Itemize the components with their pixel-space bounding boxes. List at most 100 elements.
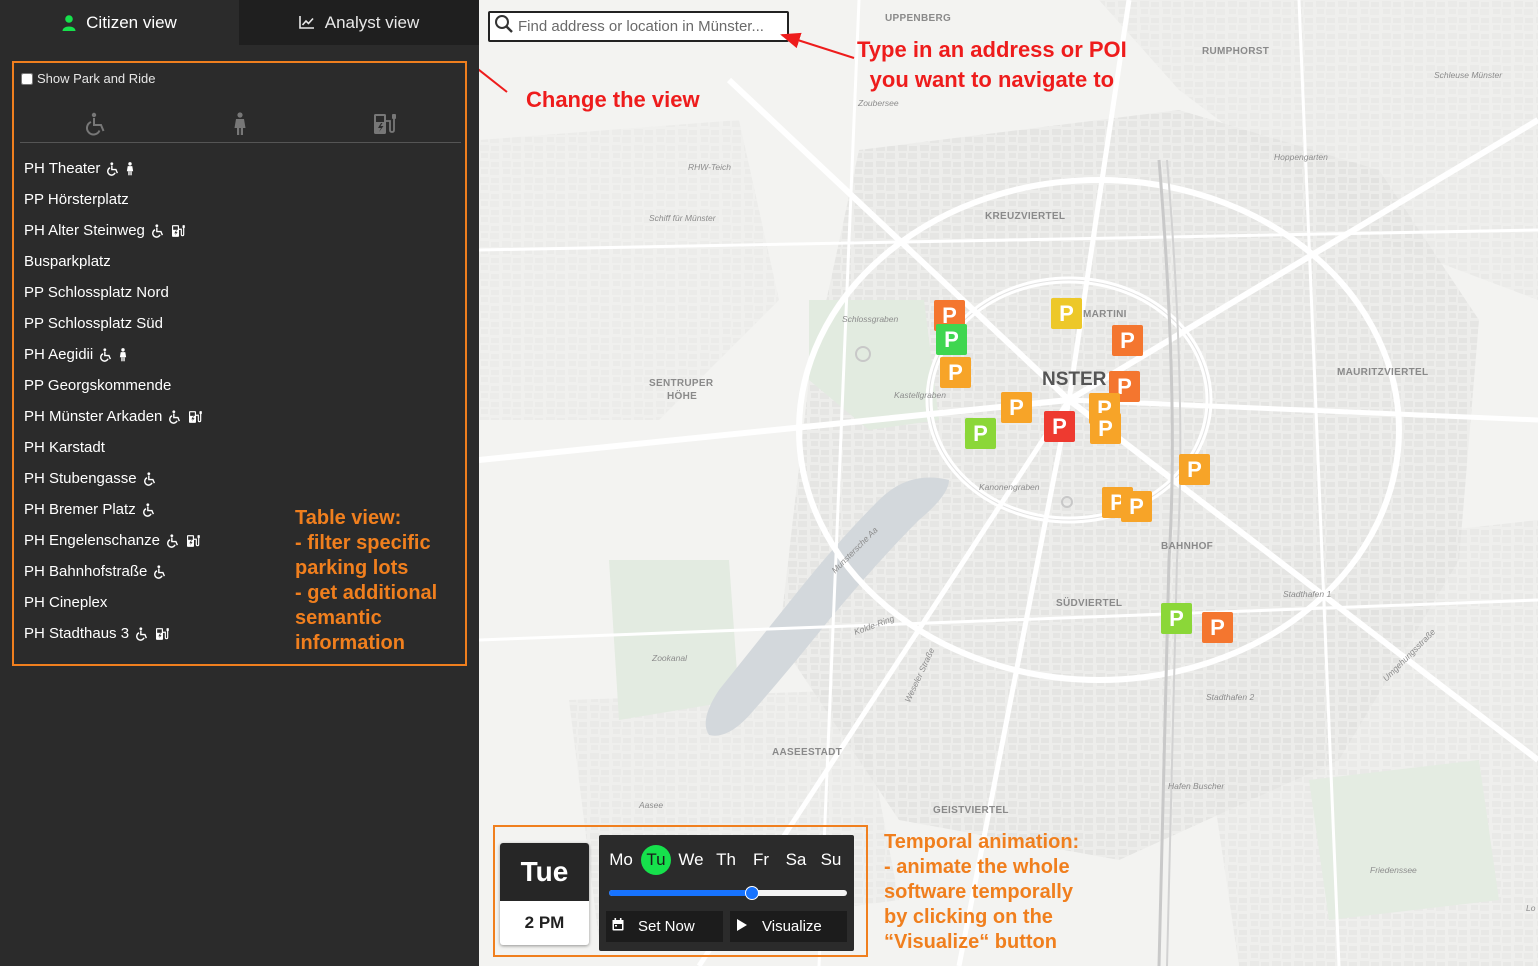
- parking-lot-name: PH Theater: [24, 160, 101, 177]
- parking-marker[interactable]: P: [940, 357, 971, 388]
- person-icon: [62, 14, 76, 31]
- calendar-icon: [612, 918, 624, 935]
- street-label: Schiff für Münster: [649, 213, 716, 223]
- street-label: Hoppengarten: [1274, 152, 1328, 162]
- weekday-mo[interactable]: Mo: [606, 845, 636, 875]
- current-hour: 2 PM: [524, 913, 565, 932]
- ev-charging-filter-icon[interactable]: [372, 110, 400, 138]
- hour-slider-handle[interactable]: [744, 886, 759, 900]
- parking-lot-row[interactable]: PH Theater: [24, 153, 204, 184]
- street-label: Schleuse Münster: [1434, 70, 1503, 80]
- parking-lot-row[interactable]: PH Bahnhofstraße: [24, 556, 204, 587]
- parking-marker[interactable]: P: [1090, 413, 1121, 444]
- street-label: Stadthafen 2: [1206, 692, 1255, 702]
- current-day: Tue: [500, 843, 589, 901]
- weekday-th[interactable]: Th: [711, 845, 741, 875]
- parking-lot-name: PP Schlossplatz Nord: [24, 284, 169, 301]
- street-label: Zookanal: [652, 653, 687, 663]
- tab-citizen-view[interactable]: Citizen view: [0, 0, 239, 45]
- parking-lot-row[interactable]: Busparkplatz: [24, 246, 204, 277]
- current-time-card: Tue 2 PM: [500, 843, 589, 945]
- parking-marker[interactable]: P: [1112, 325, 1143, 356]
- weekday-tu[interactable]: Tu: [641, 845, 671, 875]
- parking-lot-row[interactable]: PH Stubengasse: [24, 463, 204, 494]
- wheelchair-filter-icon[interactable]: [82, 110, 110, 138]
- parking-lot-row[interactable]: PH Engelenschanze: [24, 525, 204, 556]
- parking-lot-row[interactable]: PH Stadthaus 3: [24, 618, 204, 649]
- address-search-input[interactable]: [518, 18, 787, 35]
- parking-lot-list: PH Theater PP Hörsterplatz PH Alter Steinw…: [24, 153, 204, 649]
- set-now-label: Set Now: [638, 918, 695, 935]
- map-area[interactable]: UPPENBERG RUMPHORST KREUZVIERTEL MARTINI…: [479, 0, 1538, 966]
- hour-slider[interactable]: [609, 886, 847, 900]
- weekday-we[interactable]: We: [676, 845, 706, 875]
- parking-marker[interactable]: P: [1051, 298, 1082, 329]
- street-label: Schlossgraben: [842, 314, 899, 324]
- district-label: MAURITZVIERTEL: [1337, 367, 1429, 378]
- parking-marker[interactable]: P: [1044, 411, 1075, 442]
- parking-lot-row[interactable]: PH Bremer Platz: [24, 494, 204, 525]
- ev-charging-icon: [155, 627, 171, 641]
- parking-lot-row[interactable]: PP Schlossplatz Süd: [24, 308, 204, 339]
- park-and-ride-label: Show Park and Ride: [37, 71, 156, 86]
- wheelchair-icon: [142, 502, 156, 517]
- parking-lot-row[interactable]: PH Aegidii: [24, 339, 204, 370]
- parking-table-panel: Show Park and Ride PH Theater PP Hörsterp…: [12, 61, 467, 666]
- annotation-line: - filter specific: [295, 532, 431, 554]
- annotation-line: - get additional: [295, 582, 438, 604]
- wheelchair-icon: [168, 409, 182, 424]
- district-label: UPPENBERG: [885, 13, 952, 24]
- woman-filter-icon[interactable]: [226, 110, 254, 138]
- visualize-button[interactable]: Visualize: [730, 911, 847, 942]
- table-view-annotation: Table view: - filter specific parking lots…: [295, 506, 437, 656]
- ev-charging-icon: [171, 224, 187, 238]
- ev-charging-icon: [188, 410, 204, 424]
- sidebar: Citizen view Analyst view Show Park and …: [0, 0, 479, 966]
- play-icon: [736, 918, 748, 936]
- line-chart-icon: [298, 16, 315, 29]
- parking-marker[interactable]: P: [965, 418, 996, 449]
- parking-marker[interactable]: P: [1001, 392, 1032, 423]
- hour-slider-fill: [609, 890, 752, 896]
- weekday-sa[interactable]: Sa: [781, 845, 811, 875]
- address-search-box[interactable]: [488, 11, 789, 42]
- tab-analyst-view[interactable]: Analyst view: [239, 0, 479, 45]
- annotation-line: information: [295, 632, 405, 654]
- parking-marker[interactable]: P: [936, 324, 967, 355]
- district-label: RUMPHORST: [1202, 46, 1270, 57]
- weekday-su[interactable]: Su: [816, 845, 846, 875]
- feature-filter-row: [20, 107, 461, 143]
- parking-lot-row[interactable]: PH Alter Steinweg: [24, 215, 204, 246]
- street-label: RHW-Teich: [688, 162, 731, 172]
- parking-lot-row[interactable]: PH Münster Arkaden: [24, 401, 204, 432]
- search-icon: [494, 14, 514, 39]
- parking-lot-name: PH Stubengasse: [24, 470, 137, 487]
- parking-lot-row[interactable]: PH Cineplex: [24, 587, 204, 618]
- street-label: Kanonengraben: [979, 482, 1040, 492]
- parking-marker[interactable]: P: [1202, 612, 1233, 643]
- parking-marker[interactable]: P: [1179, 454, 1210, 485]
- wheelchair-icon: [166, 533, 180, 548]
- time-controls: Mo Tu We Th Fr Sa Su Set Now Visualize: [599, 835, 854, 951]
- wheelchair-icon: [151, 223, 165, 238]
- weekday-fr[interactable]: Fr: [746, 845, 776, 875]
- parking-lot-row[interactable]: PP Georgskommende: [24, 370, 204, 401]
- parking-lot-row[interactable]: PH Karstadt: [24, 432, 204, 463]
- district-label: SENTRUPER: [649, 378, 714, 389]
- district-label: BAHNHOF: [1161, 541, 1214, 552]
- parking-lot-row[interactable]: PP Schlossplatz Nord: [24, 277, 204, 308]
- set-now-button[interactable]: Set Now: [606, 911, 723, 942]
- parking-marker[interactable]: P: [1161, 603, 1192, 634]
- parking-marker[interactable]: P: [1121, 491, 1152, 522]
- temporal-widget: Tue 2 PM Mo Tu We Th Fr Sa Su Set Now Visualiz…: [493, 825, 868, 957]
- parking-lot-name: PH Alter Steinweg: [24, 222, 145, 239]
- parking-lot-name: PH Stadthaus 3: [24, 625, 130, 642]
- park-and-ride-toggle[interactable]: Show Park and Ride: [21, 71, 156, 86]
- view-annotation: Change the view: [526, 87, 700, 112]
- tab-citizen-label: Citizen view: [86, 12, 177, 32]
- parking-lot-name: PH Bahnhofstraße: [24, 563, 148, 580]
- wheelchair-icon: [106, 161, 120, 176]
- park-and-ride-checkbox[interactable]: [21, 72, 33, 85]
- parking-lot-row[interactable]: PP Hörsterplatz: [24, 184, 204, 215]
- district-label: HÖHE: [667, 391, 698, 402]
